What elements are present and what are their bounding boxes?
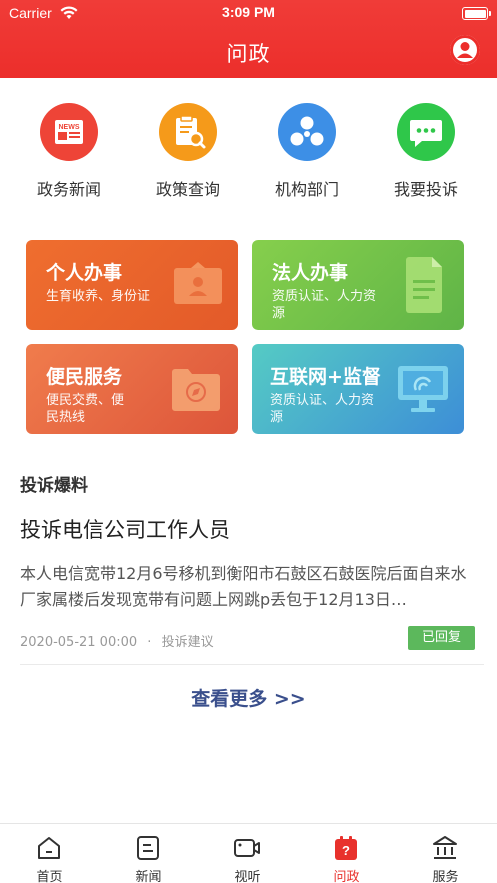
- tab-home-label: 首页: [36, 870, 63, 883]
- post-title[interactable]: 投诉电信公司工作人员: [20, 514, 230, 544]
- quick-organization[interactable]: 机构部门: [257, 103, 357, 200]
- tab-bar: 首页 新闻 视听 ? 问政 服务: [0, 823, 497, 883]
- card-personal-title: 个人办事: [46, 262, 123, 284]
- section-title-complaints: 投诉爆料: [20, 476, 88, 496]
- document-icon: [406, 257, 442, 313]
- card-convenience[interactable]: 便民服务 便民交费、便民热线: [26, 344, 238, 434]
- card-personal-subtitle: 生育收养、身份证: [46, 289, 151, 304]
- question-icon: ?: [335, 836, 357, 860]
- card-internet-title: 互联网+监督: [270, 366, 381, 388]
- organization-icon: [278, 103, 336, 161]
- status-bar: Carrier 3:09 PM: [0, 4, 497, 22]
- divider: [20, 664, 484, 665]
- quick-organization-label: 机构部门: [274, 180, 339, 199]
- quick-complaint-label: 我要投诉: [393, 180, 458, 199]
- svg-text:NEWS: NEWS: [59, 124, 80, 131]
- user-icon: [450, 35, 480, 65]
- card-convenience-subtitle: 便民交费、便民热线: [46, 393, 125, 425]
- meta-separator: ·: [147, 635, 152, 650]
- view-more-link[interactable]: 查看更多 >>: [0, 684, 497, 711]
- svg-text:?: ?: [342, 843, 350, 858]
- card-internet-supervision[interactable]: 互联网+监督 资质认证、人力资源: [252, 344, 464, 434]
- post-category: 投诉建议: [161, 635, 214, 650]
- tab-video-label: 视听: [234, 870, 261, 883]
- profile-button[interactable]: [450, 35, 480, 65]
- card-legal-subtitle: 资质认证、人力资源: [272, 289, 377, 321]
- card-legal-title: 法人办事: [272, 262, 349, 284]
- post-body[interactable]: 本人电信宽带12月6号移机到衡阳市石鼓区石鼓医院后面自来水厂家属楼后发现宽带有问…: [20, 561, 482, 613]
- message-icon: [397, 103, 455, 161]
- post-date: 2020-05-21 00:00: [20, 635, 138, 650]
- home-icon: [38, 837, 60, 859]
- quick-news[interactable]: NEWS 政务新闻: [19, 103, 119, 200]
- video-icon: [234, 839, 260, 857]
- tab-wenzheng-label: 问政: [333, 870, 360, 883]
- header-bar: Carrier 3:09 PM 问政: [0, 0, 497, 78]
- quick-complaint[interactable]: 我要投诉: [376, 103, 476, 200]
- card-personal-affairs[interactable]: 个人办事 生育收养、身份证: [26, 240, 238, 330]
- tab-news-label: 新闻: [135, 870, 162, 883]
- clock: 3:09 PM: [222, 4, 275, 20]
- battery-icon: [462, 7, 491, 20]
- quick-news-label: 政务新闻: [36, 180, 101, 199]
- news-icon: NEWS: [40, 103, 98, 161]
- service-building-icon: [433, 836, 457, 859]
- monitor-icon: [398, 366, 448, 412]
- folder-compass-icon: [172, 369, 220, 411]
- card-internet-subtitle: 资质认证、人力资源: [270, 393, 375, 425]
- policy-search-icon: [159, 103, 217, 161]
- page-title: 问政: [226, 42, 271, 66]
- person-card-icon: [174, 262, 222, 304]
- card-legal-affairs[interactable]: 法人办事 资质认证、人力资源: [252, 240, 464, 330]
- quick-actions: NEWS 政务新闻 政策查询 机构部门 我要投诉: [0, 103, 497, 203]
- card-convenience-title: 便民服务: [46, 366, 123, 388]
- quick-policy-label: 政策查询: [155, 180, 220, 199]
- quick-policy[interactable]: 政策查询: [138, 103, 238, 200]
- news-doc-icon: [137, 836, 159, 860]
- status-badge: 已回复: [408, 626, 475, 650]
- post-meta: 2020-05-21 00:00 · 投诉建议: [20, 631, 214, 650]
- tab-service-label: 服务: [432, 870, 459, 883]
